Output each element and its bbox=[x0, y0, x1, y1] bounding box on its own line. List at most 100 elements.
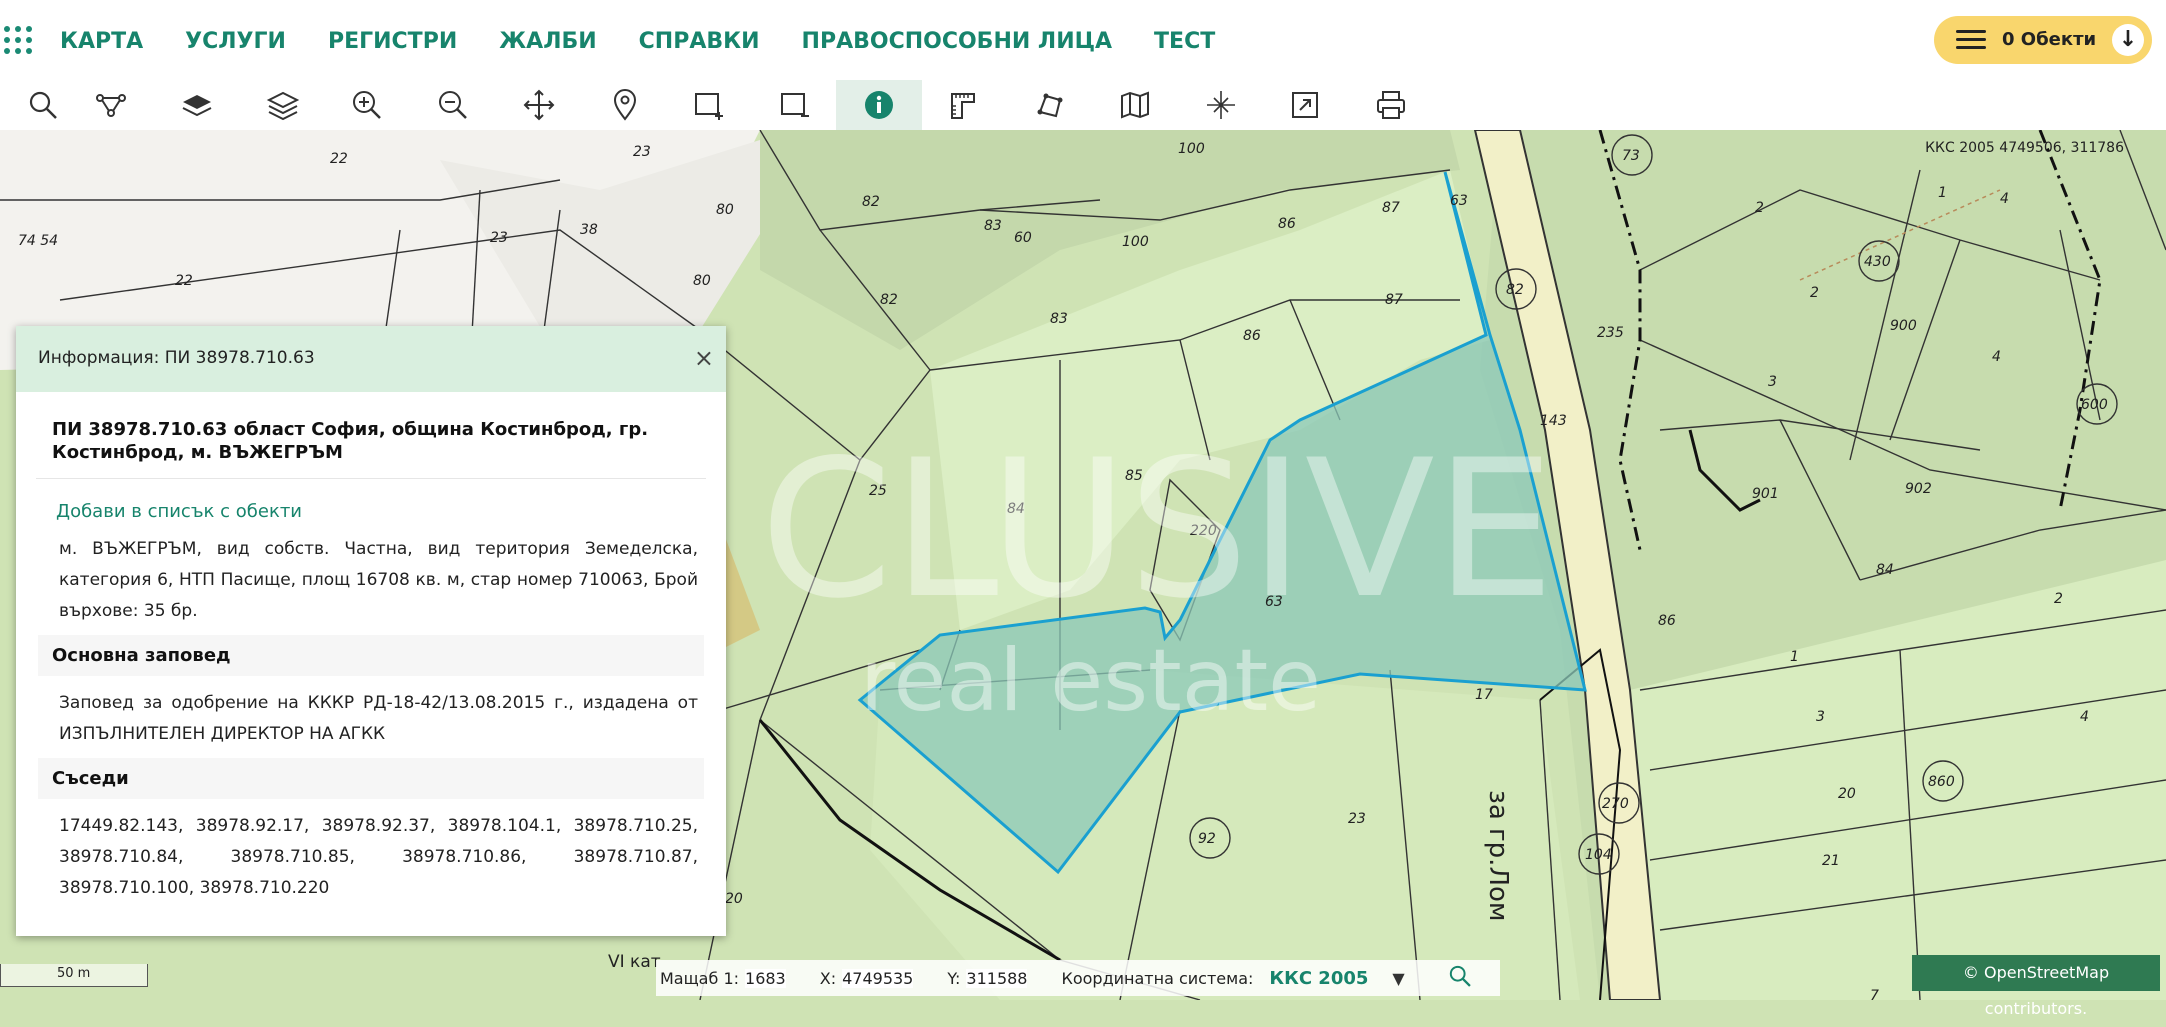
nav-item-karta[interactable]: КАРТА bbox=[60, 20, 143, 64]
coord-system-select[interactable]: ККС 2005 bbox=[1269, 968, 1368, 989]
parcel-description: м. ВЪЖЕГРЪМ, вид собств. Частна, вид тер… bbox=[59, 539, 698, 621]
svg-text:860: 860 bbox=[1928, 774, 1955, 790]
svg-text:3: 3 bbox=[1768, 374, 1777, 390]
map-button[interactable] bbox=[1092, 80, 1178, 130]
print-button[interactable] bbox=[1348, 80, 1434, 130]
svg-text:2: 2 bbox=[1810, 285, 1819, 301]
export-button[interactable] bbox=[1262, 80, 1348, 130]
svg-text:82: 82 bbox=[862, 194, 880, 210]
caret-down-icon[interactable]: ▼ bbox=[1392, 969, 1404, 988]
svg-text:23: 23 bbox=[633, 144, 651, 160]
map-toolbar bbox=[0, 80, 2166, 131]
polygon-icon bbox=[1037, 93, 1063, 118]
svg-text:84: 84 bbox=[1876, 562, 1894, 578]
info-panel: Информация: ПИ 38978.710.63 × ПИ 38978.7… bbox=[16, 326, 726, 936]
svg-text:270: 270 bbox=[1602, 796, 1629, 812]
parcel-title: ПИ 38978.710.63 област София, община Кос… bbox=[52, 419, 649, 463]
svg-text:63: 63 bbox=[1450, 193, 1468, 209]
coords-label: ККС 2005 4749506, 311786 bbox=[1925, 140, 2124, 156]
add-rectangle-icon bbox=[695, 93, 723, 120]
svg-text:87: 87 bbox=[1382, 200, 1400, 216]
svg-text:73: 73 bbox=[1622, 148, 1640, 164]
svg-text:20: 20 bbox=[1838, 786, 1856, 802]
x-value: 4749535 bbox=[842, 968, 914, 988]
layers-icon bbox=[266, 91, 300, 121]
svg-text:real estate: real estate bbox=[860, 631, 1321, 731]
svg-text:4: 4 bbox=[1992, 349, 2001, 365]
status-bar: Мащаб 1: 1683 X: 4749535 Y: 311588 Коорд… bbox=[656, 960, 1500, 996]
scale-bar-label: 50 m bbox=[57, 966, 91, 981]
nav-item-pravosposobni-lica[interactable]: ПРАВОСПОСОБНИ ЛИЦА bbox=[802, 20, 1113, 64]
zoom-out-icon bbox=[439, 91, 467, 119]
svg-text:86: 86 bbox=[1278, 216, 1296, 232]
svg-text:80: 80 bbox=[716, 202, 734, 218]
route-icon bbox=[96, 94, 126, 117]
svg-text:902: 902 bbox=[1905, 481, 1932, 497]
layer-tool-button[interactable] bbox=[154, 80, 240, 130]
svg-text:86: 86 bbox=[1243, 328, 1261, 344]
osm-attribution[interactable]: © OpenStreetMap contributors. bbox=[1912, 955, 2160, 1018]
scale-text: Мащаб 1: bbox=[660, 968, 740, 988]
route-tool-button[interactable] bbox=[68, 80, 154, 130]
info-icon bbox=[865, 91, 893, 119]
scale-value[interactable]: 1683 bbox=[745, 968, 786, 988]
nav-item-spravki[interactable]: СПРАВКИ bbox=[639, 20, 760, 64]
svg-text:2: 2 bbox=[1755, 200, 1764, 216]
zoom-in-icon bbox=[353, 91, 381, 119]
order-text: Заповед за одобрение на КККР РД-18-42/13… bbox=[59, 693, 698, 744]
svg-text:4: 4 bbox=[2080, 709, 2089, 725]
zoom-in-button[interactable] bbox=[324, 80, 410, 130]
add-rectangle-button[interactable] bbox=[666, 80, 752, 130]
crosshair-button[interactable] bbox=[1178, 80, 1264, 130]
road-label: за гр.Лом bbox=[1483, 790, 1513, 922]
top-navbar: КАРТА УСЛУГИ РЕГИСТРИ ЖАЛБИ СПРАВКИ ПРАВ… bbox=[0, 0, 2166, 81]
nav-item-registri[interactable]: РЕГИСТРИ bbox=[328, 20, 457, 64]
zoom-out-button[interactable] bbox=[410, 80, 496, 130]
info-button[interactable] bbox=[836, 80, 922, 130]
svg-text:430: 430 bbox=[1864, 254, 1891, 270]
polygon-button[interactable] bbox=[1008, 80, 1094, 130]
svg-text:22: 22 bbox=[175, 273, 193, 289]
menu-icon bbox=[1956, 30, 1986, 50]
y-value: 311588 bbox=[966, 968, 1028, 988]
objects-button[interactable]: 0 Обекти ↓ bbox=[1934, 16, 2152, 64]
crosshair-icon bbox=[1207, 91, 1235, 119]
search-icon bbox=[1449, 965, 1471, 987]
svg-text:3: 3 bbox=[1816, 709, 1825, 725]
svg-text:235: 235 bbox=[1597, 325, 1624, 341]
coord-search-button[interactable] bbox=[1447, 963, 1473, 993]
svg-text:901: 901 bbox=[1752, 486, 1779, 502]
nav-item-zhalbi[interactable]: ЖАЛБИ bbox=[499, 20, 596, 64]
map-icon bbox=[1121, 91, 1149, 119]
neighbors-list: 17449.82.143, 38978.92.17, 38978.92.37, … bbox=[59, 816, 698, 898]
search-icon bbox=[29, 91, 57, 119]
remove-rectangle-button[interactable] bbox=[752, 80, 838, 130]
watermark-text: CLUSIVE bbox=[760, 419, 1555, 640]
svg-text:92: 92 bbox=[1198, 831, 1216, 847]
add-to-objects-link[interactable]: Добави в списък с обекти bbox=[56, 501, 726, 522]
x-label: X: bbox=[819, 968, 837, 988]
layers-tool-button[interactable] bbox=[240, 80, 326, 130]
download-arrow-icon[interactable]: ↓ bbox=[2112, 24, 2144, 56]
nav-item-test[interactable]: ТЕСТ bbox=[1154, 20, 1215, 64]
measure-button[interactable] bbox=[922, 80, 1008, 130]
info-panel-header: Информация: ПИ 38978.710.63 × bbox=[16, 326, 726, 392]
pan-icon bbox=[523, 89, 555, 121]
svg-text:7: 7 bbox=[1870, 988, 1879, 1000]
svg-text:17: 17 bbox=[1475, 687, 1493, 703]
remove-rectangle-icon bbox=[781, 93, 809, 117]
layer-icon bbox=[182, 95, 212, 117]
svg-text:100: 100 bbox=[1122, 234, 1149, 250]
svg-text:82: 82 bbox=[880, 292, 898, 308]
partial-map-label: VI кат bbox=[608, 952, 661, 972]
svg-text:38: 38 bbox=[580, 222, 598, 238]
close-icon[interactable]: × bbox=[694, 344, 714, 372]
svg-text:900: 900 bbox=[1890, 318, 1917, 334]
print-icon bbox=[1377, 91, 1405, 119]
pan-button[interactable] bbox=[496, 80, 582, 130]
location-pin-button[interactable] bbox=[582, 80, 668, 130]
objects-count-label: 0 Обекти bbox=[2002, 29, 2097, 50]
svg-text:1: 1 bbox=[1790, 649, 1799, 665]
apps-grid-icon[interactable] bbox=[2, 24, 34, 56]
nav-item-uslugi[interactable]: УСЛУГИ bbox=[185, 20, 286, 64]
